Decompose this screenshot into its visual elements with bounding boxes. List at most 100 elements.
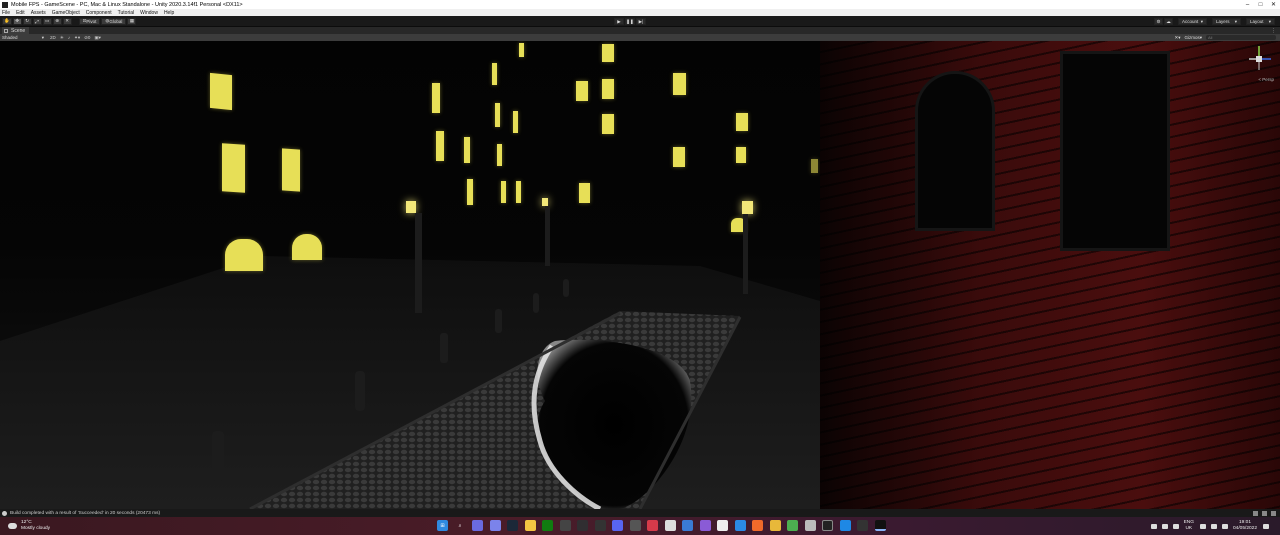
scale-tool-button[interactable]: ⤢ bbox=[32, 17, 42, 25]
tray-app-icon[interactable] bbox=[1172, 523, 1179, 529]
unity-hub-icon[interactable] bbox=[857, 520, 868, 531]
mail-icon[interactable] bbox=[839, 520, 851, 531]
close-button[interactable]: ✕ bbox=[1267, 1, 1280, 8]
grid-snap-button[interactable]: ▦ bbox=[127, 17, 137, 25]
pivot-toggle[interactable]: ⊡ Pivot bbox=[78, 17, 101, 25]
menu-component[interactable]: Component bbox=[86, 10, 112, 16]
play-button[interactable]: ▶ bbox=[614, 18, 624, 25]
tab-scene-label: Scene bbox=[11, 27, 26, 34]
hand-tool-button[interactable]: ✋ bbox=[2, 17, 12, 25]
app-icon[interactable] bbox=[752, 520, 763, 531]
step-button[interactable]: ▶| bbox=[636, 18, 646, 25]
building-window bbox=[492, 63, 497, 85]
debug-icon[interactable] bbox=[1262, 510, 1267, 516]
tab-scene[interactable]: Scene bbox=[2, 27, 30, 34]
collab-icon[interactable]: ⚙ bbox=[1154, 18, 1163, 25]
onedrive-icon[interactable] bbox=[1161, 523, 1168, 529]
status-message[interactable]: Build completed with a result of 'Succee… bbox=[10, 511, 160, 516]
chrome-icon[interactable] bbox=[787, 520, 798, 531]
cache-server-icon[interactable] bbox=[1271, 510, 1276, 516]
audio-toggle-icon[interactable]: ♪ bbox=[68, 35, 70, 40]
tools-icon[interactable]: ✕▾ bbox=[1174, 35, 1180, 41]
move-tool-button[interactable]: ✥ bbox=[12, 17, 22, 25]
teams-icon[interactable] bbox=[489, 520, 501, 531]
chevron-up-icon[interactable] bbox=[1150, 523, 1157, 529]
tab-menu-icon[interactable]: ⋮ bbox=[1271, 28, 1276, 34]
bollard bbox=[212, 431, 224, 481]
transform-tool-button[interactable]: ⊕ bbox=[52, 17, 62, 25]
app-icon[interactable] bbox=[664, 520, 676, 531]
building-window bbox=[513, 111, 518, 133]
menu-help[interactable]: Help bbox=[164, 10, 174, 16]
file-explorer-icon[interactable] bbox=[524, 520, 536, 531]
global-toggle[interactable]: ◍ Global bbox=[101, 17, 127, 25]
menu-assets[interactable]: Assets bbox=[31, 10, 46, 16]
menu-edit[interactable]: Edit bbox=[16, 10, 25, 16]
notification-icon[interactable] bbox=[1263, 523, 1269, 529]
scene-viewport[interactable]: < Persp bbox=[0, 41, 1280, 509]
hidden-objects-icon[interactable]: ⊘0 bbox=[84, 35, 90, 41]
layers-label: Layers bbox=[1216, 19, 1230, 24]
volume-icon[interactable] bbox=[1210, 523, 1217, 529]
app-icon[interactable] bbox=[804, 520, 816, 531]
minimize-button[interactable]: – bbox=[1241, 2, 1254, 8]
search-input[interactable]: All bbox=[1206, 35, 1276, 40]
language-indicator[interactable]: ENG UK bbox=[1184, 520, 1194, 532]
info-icon bbox=[2, 510, 7, 516]
building-window bbox=[464, 137, 470, 163]
app-icon[interactable] bbox=[559, 520, 571, 531]
bollard bbox=[533, 293, 539, 313]
app-icon[interactable] bbox=[822, 520, 833, 531]
menu-tutorial[interactable]: Tutorial bbox=[118, 10, 135, 16]
app-icon[interactable] bbox=[769, 520, 781, 531]
language-secondary: UK bbox=[1185, 526, 1193, 531]
app-icon[interactable] bbox=[647, 520, 658, 531]
clock[interactable]: 19:01 04/05/2022 bbox=[1233, 520, 1257, 532]
scene-camera-icon[interactable]: ▣▾ bbox=[94, 35, 101, 41]
play-controls: ▶ ❚❚ ▶| bbox=[614, 18, 647, 25]
menu-gameobject[interactable]: GameObject bbox=[52, 10, 80, 16]
shading-mode-dropdown[interactable]: Shaded ▾ bbox=[2, 35, 46, 41]
custom-tool-button[interactable]: ✕ bbox=[62, 17, 72, 25]
weather-widget[interactable]: 12°C Mostly cloudy bbox=[8, 520, 50, 532]
pause-button[interactable]: ❚❚ bbox=[625, 18, 635, 25]
perspective-label[interactable]: < Persp bbox=[1258, 77, 1274, 82]
steam-icon[interactable] bbox=[507, 520, 518, 531]
layout-dropdown[interactable]: Layout ▾ bbox=[1246, 18, 1275, 25]
obs-icon[interactable] bbox=[577, 520, 588, 531]
bollard bbox=[355, 371, 365, 411]
start-icon[interactable]: ⊞ bbox=[437, 520, 448, 531]
cloud-icon[interactable]: ☁ bbox=[1164, 18, 1173, 25]
wifi-icon[interactable] bbox=[1199, 523, 1206, 529]
discord-icon[interactable] bbox=[612, 520, 623, 531]
app-icon[interactable] bbox=[699, 520, 711, 531]
layers-dropdown[interactable]: Layers ▾ bbox=[1212, 18, 1241, 25]
app-icon[interactable] bbox=[682, 520, 693, 531]
app-icon[interactable] bbox=[629, 520, 641, 531]
maximize-button[interactable]: □ bbox=[1254, 2, 1267, 8]
gizmos-dropdown[interactable]: Gizmos bbox=[1184, 35, 1199, 40]
xbox-icon[interactable] bbox=[542, 520, 553, 531]
building-window bbox=[222, 143, 245, 193]
chat-icon[interactable] bbox=[472, 520, 483, 531]
orientation-gizmo[interactable]: < Persp bbox=[1244, 43, 1274, 83]
auto-generate-lighting-icon[interactable] bbox=[1253, 510, 1258, 516]
app-icon[interactable] bbox=[734, 520, 746, 531]
rotate-tool-button[interactable]: ↻ bbox=[22, 17, 32, 25]
menu-window[interactable]: Window bbox=[140, 10, 158, 16]
building-window bbox=[210, 72, 232, 111]
app-icon[interactable] bbox=[594, 520, 606, 531]
menu-file[interactable]: File bbox=[2, 10, 10, 16]
rect-tool-button[interactable]: ▭ bbox=[42, 17, 52, 25]
account-dropdown[interactable]: Account ▾ bbox=[1178, 18, 1207, 25]
search-icon[interactable]: ⌕ bbox=[455, 520, 466, 531]
effects-dropdown-icon[interactable]: ✦▾ bbox=[74, 35, 80, 41]
chevron-down-icon: ▾ bbox=[1200, 18, 1203, 24]
unity-editor-icon[interactable] bbox=[874, 520, 886, 531]
2d-toggle[interactable]: 2D bbox=[50, 35, 56, 40]
battery-icon[interactable] bbox=[1221, 523, 1228, 529]
global-label: Global bbox=[109, 18, 123, 24]
bollard bbox=[563, 279, 569, 297]
app-icon[interactable] bbox=[717, 520, 728, 531]
lighting-toggle-icon[interactable]: ☀ bbox=[60, 35, 64, 41]
